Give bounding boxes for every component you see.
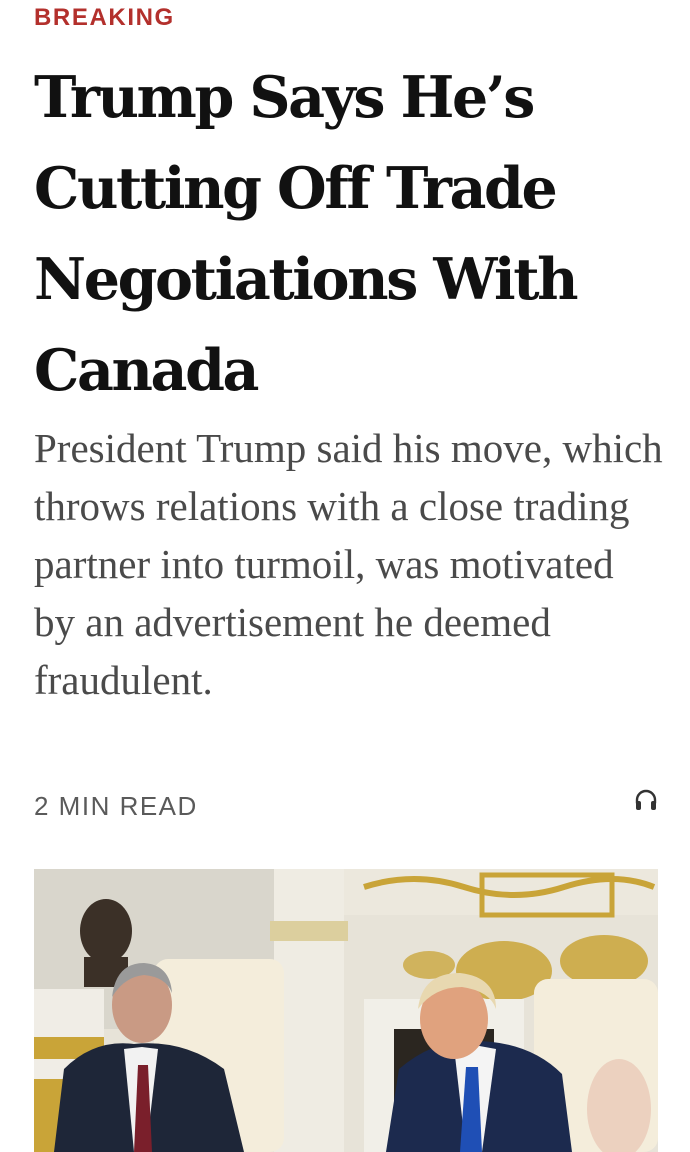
read-time: 2 MIN READ (34, 791, 198, 821)
article-headline[interactable]: Trump Says He’s Cutting Off Trade Negoti… (34, 52, 664, 416)
breaking-label: BREAKING (34, 4, 175, 31)
article-photo[interactable] (34, 869, 658, 1152)
article-summary: President Trump said his move, which thr… (34, 425, 663, 703)
headphones-icon[interactable] (632, 786, 660, 814)
